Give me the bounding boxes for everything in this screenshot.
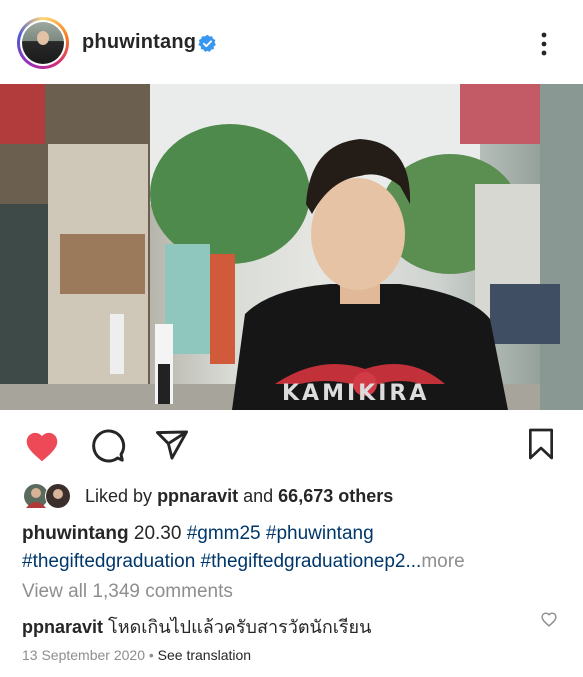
post-actions <box>0 420 583 468</box>
svg-text:KAMIKIRA: KAMIKIRA <box>282 381 429 406</box>
view-all-comments-link[interactable]: View all 1,349 comments <box>22 581 233 603</box>
photo-illustration: KAMIKIRA <box>0 84 583 410</box>
liked-and: and <box>243 486 274 506</box>
comment-row: ppnaravit โหดเกินไปแล้วครับสารวัตนักเรีย… <box>22 612 371 641</box>
bookmark-icon[interactable] <box>527 428 555 460</box>
liked-others-count[interactable]: 66,673 others <box>278 486 393 506</box>
meta-separator: • <box>148 647 154 663</box>
liked-avatars <box>23 483 71 509</box>
comment-icon[interactable] <box>90 428 126 464</box>
caption-line-2: #thegiftedgraduation #thegiftedgraduatio… <box>22 548 567 576</box>
verified-badge-icon <box>198 34 216 52</box>
liked-by-text: Liked by ppnaravit and 66,673 others <box>85 486 393 507</box>
comment-username[interactable]: ppnaravit <box>22 617 103 637</box>
post-date: 13 September 2020 <box>22 647 145 663</box>
caption-line-1: phuwintang 20.30 #gmm25 #phuwintang <box>22 520 567 548</box>
avatar-face <box>37 31 49 45</box>
caption-username[interactable]: phuwintang <box>22 523 129 544</box>
liked-prefix: Liked by <box>85 486 153 506</box>
post-meta: 13 September 2020 • See translation <box>22 647 251 663</box>
send-icon[interactable] <box>154 429 190 461</box>
hashtag-link[interactable]: #thegiftedgraduationep2... <box>201 551 422 572</box>
post-caption: phuwintang 20.30 #gmm25 #phuwintang #the… <box>22 520 567 576</box>
hashtag-link[interactable]: #gmm25 <box>187 523 261 544</box>
hashtag-link[interactable]: #phuwintang <box>266 523 374 544</box>
caption-more-link[interactable]: more <box>421 551 464 572</box>
liked-user[interactable]: ppnaravit <box>157 486 238 506</box>
post-photo[interactable]: KAMIKIRA <box>0 84 583 410</box>
more-options-icon[interactable] <box>540 32 548 56</box>
caption-text: 20.30 <box>133 523 182 544</box>
avatar-image <box>22 22 64 64</box>
heart-filled-icon[interactable] <box>24 430 60 462</box>
post-username[interactable]: phuwintang <box>82 31 196 54</box>
hashtag-link[interactable]: #thegiftedgraduation <box>22 551 195 572</box>
avatar-frame <box>20 20 66 66</box>
comment-text: โหดเกินไปแล้วครับสารวัตนักเรียน <box>108 617 372 637</box>
comment-like-icon[interactable] <box>540 611 558 627</box>
profile-avatar[interactable] <box>17 17 69 69</box>
see-translation-link[interactable]: See translation <box>158 647 251 663</box>
post-header: phuwintang <box>0 0 583 84</box>
